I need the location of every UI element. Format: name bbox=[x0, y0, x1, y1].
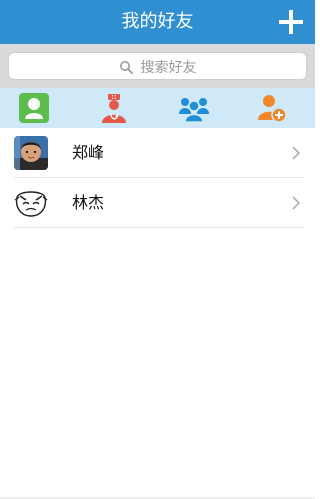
friend-name: 郑峰 bbox=[72, 143, 105, 162]
avatar bbox=[14, 186, 48, 220]
doctor-icon bbox=[102, 94, 126, 123]
group-button[interactable] bbox=[178, 92, 210, 124]
page-title: 我的好友 bbox=[121, 11, 194, 32]
search-placeholder: 搜索好友 bbox=[140, 60, 197, 76]
header-bar: 我的好友 bbox=[0, 0, 315, 44]
add-friend-button[interactable] bbox=[279, 10, 303, 34]
doctor-button[interactable] bbox=[98, 92, 130, 124]
search-bar: 搜索好友 bbox=[0, 44, 315, 88]
friend-name: 林杰 bbox=[72, 193, 105, 212]
search-icon bbox=[119, 61, 133, 74]
sketch-face-icon bbox=[14, 186, 48, 220]
search-input[interactable]: 搜索好友 bbox=[8, 52, 307, 80]
icon-toolbar bbox=[0, 88, 315, 128]
friend-row[interactable]: 林杰 bbox=[14, 178, 303, 228]
chevron-right-icon bbox=[292, 196, 301, 210]
contact-icon bbox=[19, 93, 49, 123]
search-inner: 搜索好友 bbox=[9, 53, 306, 81]
add-person-button[interactable] bbox=[256, 92, 288, 124]
group-icon bbox=[179, 98, 209, 123]
chevron-right-icon bbox=[292, 146, 301, 160]
child-photo-icon bbox=[14, 136, 48, 170]
avatar bbox=[14, 136, 48, 170]
friend-row[interactable]: 郑峰 bbox=[14, 128, 303, 178]
friend-list: 郑峰 林杰 bbox=[0, 128, 315, 228]
contact-button[interactable] bbox=[18, 92, 50, 124]
add-person-icon bbox=[258, 95, 287, 123]
